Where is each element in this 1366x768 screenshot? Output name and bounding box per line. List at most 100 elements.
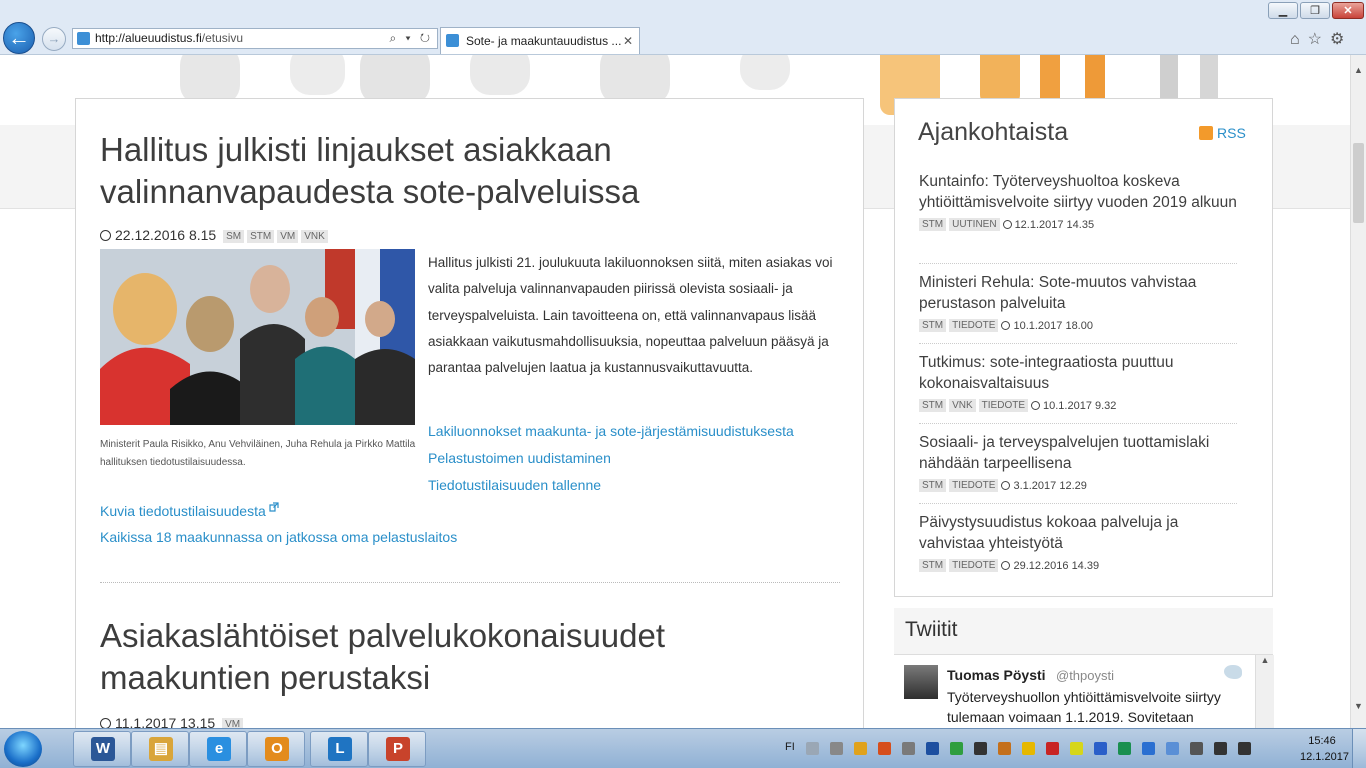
news-date: 29.12.2016 14.39 (1013, 560, 1100, 572)
tag-badge: STM (247, 230, 275, 243)
tweet-scrollbar[interactable]: ▲ (1255, 655, 1274, 728)
tray-icon[interactable] (1022, 742, 1035, 755)
news-item[interactable]: Tutkimus: sote-integraatiosta puuttuu ko… (919, 352, 1237, 412)
link-tiedotustilaisuuden-tallenne[interactable]: Tiedotustilaisuuden tallenne (428, 477, 601, 493)
tag-badge: STM (919, 479, 947, 492)
article-photo[interactable] (100, 249, 415, 425)
show-desktop-button[interactable] (1352, 729, 1366, 768)
tray-icon[interactable] (1166, 742, 1179, 755)
rss-link[interactable]: RSS (1199, 125, 1246, 141)
news-title[interactable]: Tutkimus: sote-integraatiosta puuttuu ko… (919, 352, 1237, 394)
tag-badge: TIEDOTE (978, 399, 1029, 412)
link-kuvia-label: Kuvia tiedotustilaisuudesta (100, 503, 266, 519)
link-pelastustoimen-uudistaminen[interactable]: Pelastustoimen uudistaminen (428, 450, 611, 466)
twitter-widget: Twiitit Tuomas Pöysti @thpoysti Työterve… (894, 608, 1274, 728)
address-bar[interactable]: http://alueuudistus.fi/etusivu ⌕ ▾ ↻ (72, 28, 438, 49)
taskbar-lync[interactable]: L (310, 731, 368, 767)
link-pelastuslaitos[interactable]: Kaikissa 18 maakunnassa on jatkossa oma … (100, 529, 457, 545)
news-divider (919, 503, 1237, 504)
close-window-button[interactable]: ✕ (1332, 2, 1364, 19)
tray-icon[interactable] (1214, 742, 1227, 755)
scroll-up-arrow-icon[interactable]: ▲ (1351, 65, 1366, 75)
tray-icon[interactable] (1142, 742, 1155, 755)
tweet-author-handle[interactable]: @thpoysti (1056, 668, 1114, 683)
tray-icon[interactable] (1070, 742, 1083, 755)
article-title[interactable]: Hallitus julkisti linjaukset asiakkaan va… (100, 129, 639, 213)
tweet[interactable]: Tuomas Pöysti @thpoysti Työterveyshuollo… (894, 654, 1274, 728)
news-title[interactable]: Ministeri Rehula: Sote-muutos vahvistaa … (919, 272, 1237, 314)
tag-badge: VM (277, 230, 299, 243)
link-lakiluonnokset[interactable]: Lakiluonnokset maakunta- ja sote-järjest… (428, 423, 794, 439)
taskbar-explorer[interactable]: ▤ (131, 731, 189, 767)
tray-icon[interactable] (878, 742, 891, 755)
back-button[interactable]: ← (3, 22, 35, 54)
tag-badge: TIEDOTE (949, 319, 999, 332)
tray-icon[interactable] (1238, 742, 1251, 755)
news-meta: STM UUTINEN 12.1.2017 14.35 (919, 218, 1237, 231)
language-indicator[interactable]: FI (785, 741, 795, 753)
tab-favicon-icon (446, 34, 459, 47)
news-title[interactable]: Kuntainfo: Työterveyshuoltoa koskeva yht… (919, 171, 1237, 213)
minimize-button[interactable]: ▁ (1268, 2, 1298, 19)
tray-icon[interactable] (1190, 742, 1203, 755)
news-meta: STM VNK TIEDOTE 10.1.2017 9.32 (919, 399, 1237, 412)
tweet-author-name[interactable]: Tuomas Pöysti (947, 667, 1046, 683)
tray-icon[interactable] (926, 742, 939, 755)
tray-icon[interactable] (998, 742, 1011, 755)
maximize-button[interactable]: ❐ (1300, 2, 1330, 19)
clock-icon (1001, 561, 1011, 570)
taskbar-outlook[interactable]: O (247, 731, 305, 767)
tray-icon[interactable] (974, 742, 987, 755)
scrollbar-thumb[interactable] (1353, 143, 1364, 223)
tray-icon[interactable] (830, 742, 843, 755)
address-tools-icons[interactable]: ⌕ ▾ ↻ (389, 29, 433, 48)
clock-icon (1002, 220, 1012, 229)
scroll-down-arrow-icon[interactable]: ▼ (1351, 701, 1366, 711)
tray-icon[interactable] (950, 742, 963, 755)
news-divider (919, 343, 1237, 344)
news-title[interactable]: Päivystysuudistus kokoaa palveluja ja va… (919, 512, 1237, 554)
news-item[interactable]: Ministeri Rehula: Sote-muutos vahvistaa … (919, 272, 1237, 332)
news-item[interactable]: Päivystysuudistus kokoaa palveluja ja va… (919, 512, 1237, 572)
start-button[interactable] (4, 731, 42, 767)
tag-badge: VM (222, 718, 244, 728)
browser-tools-icons[interactable]: ⌂☆⚙ (1290, 29, 1352, 49)
article-meta-2: 11.1.2017 13.15 VM (100, 715, 244, 728)
news-item[interactable]: Sosiaali- ja terveyspalvelujen tuottamis… (919, 432, 1237, 492)
taskbar-word[interactable]: W (73, 731, 131, 767)
news-date: 10.1.2017 18.00 (1013, 320, 1093, 332)
tweet-text: Työterveyshuollon yhtiöittämisvelvoite s… (947, 689, 1221, 725)
news-sidebar: Ajankohtaista RSS Kuntainfo: Työterveysh… (894, 98, 1273, 597)
tray-icon[interactable] (1118, 742, 1131, 755)
news-date: 12.1.2017 14.35 (1014, 219, 1095, 231)
clock-icon (1031, 401, 1041, 410)
article-title-2[interactable]: Asiakaslähtöiset palvelukokonaisuudet maa… (100, 615, 665, 699)
taskbar-internet-explorer[interactable]: e (189, 731, 247, 767)
news-title[interactable]: Sosiaali- ja terveyspalvelujen tuottamis… (919, 432, 1237, 474)
tray-icon[interactable] (1094, 742, 1107, 755)
tray-icon[interactable] (854, 742, 867, 755)
hero-figure (740, 55, 790, 90)
forward-button[interactable]: → (42, 27, 66, 51)
taskbar-powerpoint[interactable]: P (368, 731, 426, 767)
news-meta: STM TIEDOTE 10.1.2017 18.00 (919, 319, 1237, 332)
browser-tab[interactable]: Sote- ja maakuntauudistus ... ✕ (440, 27, 640, 54)
scroll-up-arrow-icon[interactable]: ▲ (1261, 655, 1270, 665)
address-url[interactable]: http://alueuudistus.fi/etusivu (95, 29, 243, 48)
avatar[interactable] (904, 665, 938, 699)
news-item[interactable]: Kuntainfo: Työterveyshuoltoa koskeva yht… (919, 171, 1237, 231)
tray-icon[interactable] (1046, 742, 1059, 755)
clock-date[interactable]: 12.1.2017 (1300, 751, 1349, 763)
sidebar-title: Ajankohtaista (918, 118, 1069, 146)
clock-time[interactable]: 15:46 (1300, 735, 1344, 747)
hero-figure (470, 55, 530, 95)
folder-icon: ▤ (149, 737, 173, 761)
tab-close-icon[interactable]: ✕ (623, 28, 633, 54)
twitter-bird-icon (1224, 665, 1242, 679)
tray-icon[interactable] (806, 742, 819, 755)
link-kuvia[interactable]: Kuvia tiedotustilaisuudesta (100, 502, 279, 519)
powerpoint-icon: P (386, 737, 410, 761)
tray-icon[interactable] (902, 742, 915, 755)
tab-title: Sote- ja maakuntauudistus ... (466, 34, 622, 48)
page-scrollbar[interactable]: ▲ ▼ (1350, 55, 1366, 728)
